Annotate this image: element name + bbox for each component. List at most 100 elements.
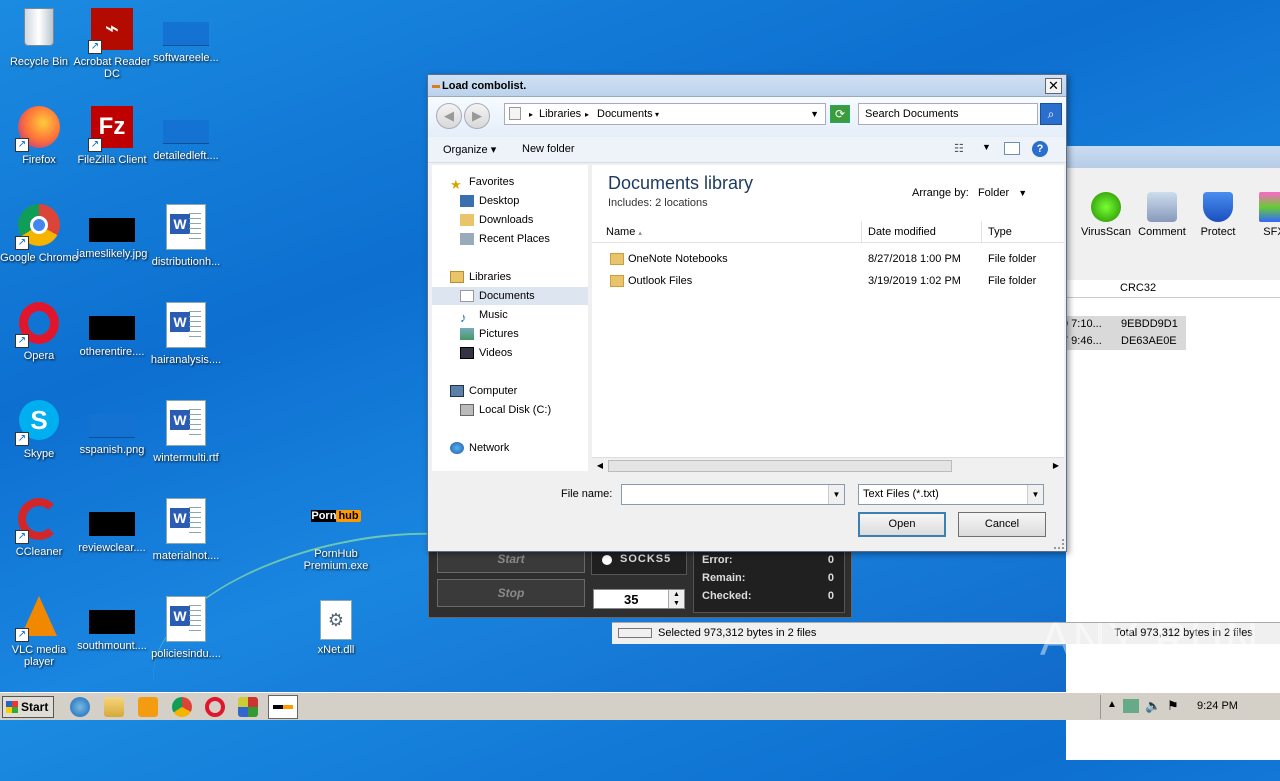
refresh-button[interactable]: ⟳ bbox=[830, 105, 850, 123]
forward-button[interactable]: ▶ bbox=[464, 103, 490, 129]
chevron-down-icon[interactable]: ▼ bbox=[1018, 188, 1027, 198]
active-app-task-button[interactable] bbox=[268, 695, 298, 719]
cancel-button[interactable]: Cancel bbox=[958, 512, 1046, 537]
file-name-input[interactable]: ▼ bbox=[621, 484, 845, 505]
vlc-shortcut[interactable]: ↗ VLC media player bbox=[0, 596, 78, 668]
filezilla-shortcut[interactable]: Fz ↗ FileZilla Client bbox=[73, 106, 151, 166]
chevron-down-icon[interactable]: ▼ bbox=[828, 485, 844, 504]
stepper-arrows-icon[interactable]: ▲ ▼ bbox=[668, 590, 684, 608]
scrollbar-thumb[interactable] bbox=[608, 460, 952, 472]
nav-libraries[interactable]: Libraries bbox=[432, 268, 588, 286]
arrange-by[interactable]: Arrange by: Folder ▼ bbox=[912, 187, 1027, 199]
file-row[interactable]: OneNote Notebooks 8/27/2018 1:00 PM File… bbox=[592, 249, 1064, 269]
view-dropdown-icon[interactable]: ▼ bbox=[982, 142, 991, 152]
sfx-tool[interactable]: SFX bbox=[1246, 192, 1280, 238]
column-date-modified[interactable]: Date modified bbox=[862, 221, 982, 243]
network-status-icon[interactable] bbox=[1123, 699, 1139, 713]
protect-tool[interactable]: Protect bbox=[1190, 192, 1246, 238]
scroll-left-icon[interactable]: ◀ bbox=[592, 458, 608, 474]
address-bar[interactable]: ▸ Libraries ▸ Documents ▾ ▼ bbox=[504, 103, 826, 125]
acrobat-shortcut[interactable]: ⌁ ↗ Acrobat Reader DC bbox=[73, 8, 151, 80]
winrar-icon[interactable] bbox=[238, 697, 258, 717]
breadcrumb-documents[interactable]: Documents bbox=[597, 108, 653, 120]
chrome-shortcut[interactable]: ↗ Google Chrome bbox=[0, 204, 78, 264]
nav-documents[interactable]: Documents bbox=[432, 287, 588, 305]
file-shortcut[interactable]: W distributionh... bbox=[147, 204, 225, 268]
recycle-bin-shortcut[interactable]: Recycle Bin bbox=[0, 8, 78, 68]
search-input[interactable]: Search Documents bbox=[858, 103, 1038, 125]
preview-pane-icon[interactable] bbox=[1004, 142, 1020, 155]
skype-shortcut[interactable]: S ↗ Skype bbox=[0, 400, 78, 460]
music-note-icon: ♪ bbox=[460, 310, 467, 326]
clock[interactable]: 9:24 PM bbox=[1197, 700, 1238, 712]
breadcrumb-libraries[interactable]: Libraries bbox=[539, 108, 581, 120]
library-includes[interactable]: Includes: 2 locations bbox=[608, 197, 708, 209]
file-shortcut[interactable]: southmount.... bbox=[73, 596, 151, 652]
explorer-folder-icon[interactable] bbox=[104, 697, 124, 717]
checked-label: Checked: bbox=[702, 590, 752, 602]
media-player-icon[interactable] bbox=[138, 697, 158, 717]
organize-menu[interactable]: Organize ▾ bbox=[443, 143, 496, 156]
pornhub-exe-shortcut[interactable]: Porn hub PornHub Premium.exe bbox=[297, 510, 375, 572]
open-button[interactable]: Open bbox=[858, 512, 946, 537]
column-type[interactable]: Type bbox=[982, 221, 1064, 243]
archive-row[interactable]: 9 7:10... 9EBDD9D1 bbox=[1062, 316, 1186, 333]
file-shortcut[interactable]: reviewclear.... bbox=[73, 498, 151, 554]
nav-pictures[interactable]: Pictures bbox=[432, 325, 588, 343]
file-shortcut[interactable]: sspanish.png bbox=[73, 400, 151, 456]
arrange-value[interactable]: Folder bbox=[978, 187, 1009, 199]
resize-grip-icon[interactable] bbox=[1054, 539, 1064, 549]
nav-recent-places[interactable]: Recent Places bbox=[432, 230, 588, 248]
file-shortcut[interactable]: W wintermulti.rtf bbox=[147, 400, 225, 464]
dialog-titlebar[interactable]: Load combolist. ✕ bbox=[428, 75, 1066, 97]
virusscan-tool[interactable]: VirusScan bbox=[1078, 192, 1134, 238]
file-shortcut[interactable]: jameslikely.jpg bbox=[73, 204, 151, 260]
nav-local-disk[interactable]: Local Disk (C:) bbox=[432, 401, 588, 419]
opera-icon[interactable] bbox=[205, 697, 225, 717]
nav-videos[interactable]: Videos bbox=[432, 344, 588, 362]
file-shortcut[interactable]: softwareele... bbox=[147, 8, 225, 64]
chrome-icon[interactable] bbox=[172, 697, 192, 717]
socks5-radio[interactable] bbox=[602, 555, 612, 565]
nav-music[interactable]: ♪ Music bbox=[432, 306, 588, 326]
file-row[interactable]: Outlook Files 3/19/2019 1:02 PM File fol… bbox=[592, 271, 1064, 291]
file-shortcut[interactable]: W materialnot.... bbox=[147, 498, 225, 562]
new-folder-button[interactable]: New folder bbox=[522, 143, 575, 155]
firefox-shortcut[interactable]: ↗ Firefox bbox=[0, 106, 78, 166]
threads-stepper[interactable]: 35 ▲ ▼ bbox=[593, 589, 685, 609]
show-hidden-icons-icon[interactable]: ▲ bbox=[1107, 699, 1117, 710]
file-shortcut[interactable]: W policiesindu.... bbox=[147, 596, 225, 660]
horizontal-scrollbar[interactable]: ◀ ▶ bbox=[592, 457, 1064, 474]
chevron-down-icon[interactable]: ▾ bbox=[655, 110, 659, 119]
action-center-flag-icon[interactable]: ⚑ bbox=[1167, 698, 1179, 714]
stop-button[interactable]: Stop bbox=[437, 579, 585, 607]
close-button[interactable]: ✕ bbox=[1045, 78, 1062, 94]
address-dropdown-icon[interactable]: ▼ bbox=[810, 109, 819, 119]
opera-shortcut[interactable]: ↗ Opera bbox=[0, 302, 78, 362]
opera-icon: ↗ bbox=[15, 302, 61, 348]
help-icon[interactable]: ? bbox=[1032, 141, 1048, 157]
xnet-dll-shortcut[interactable]: ⚙ xNet.dll bbox=[297, 600, 375, 656]
ccleaner-shortcut[interactable]: ↗ CCleaner bbox=[0, 498, 78, 558]
volume-icon[interactable]: 🔈 bbox=[1145, 698, 1161, 714]
column-name[interactable]: Name ▴ bbox=[592, 221, 862, 243]
nav-network[interactable]: Network bbox=[432, 439, 588, 457]
nav-computer[interactable]: Computer bbox=[432, 382, 588, 400]
file-type-select[interactable]: Text Files (*.txt) ▼ bbox=[858, 484, 1044, 505]
file-shortcut[interactable]: otherentire.... bbox=[73, 302, 151, 358]
scroll-right-icon[interactable]: ▶ bbox=[1048, 458, 1064, 474]
search-icon[interactable]: ⌕ bbox=[1040, 103, 1062, 125]
back-button[interactable]: ◀ bbox=[436, 103, 462, 129]
view-options-icon[interactable]: ☷ bbox=[954, 142, 964, 155]
file-shortcut[interactable]: W hairanalysis.... bbox=[147, 302, 225, 366]
nav-downloads[interactable]: Downloads bbox=[432, 211, 588, 229]
nav-favorites[interactable]: ★ Favorites bbox=[432, 173, 588, 192]
file-shortcut[interactable]: detailedleft.... bbox=[147, 106, 225, 162]
chevron-down-icon[interactable]: ▼ bbox=[1027, 485, 1043, 504]
internet-explorer-icon[interactable] bbox=[70, 697, 90, 717]
background-archive-window: VirusScan Comment Protect SFX CRC32 9 7:… bbox=[1062, 146, 1280, 760]
nav-desktop[interactable]: Desktop bbox=[432, 192, 588, 210]
comment-tool[interactable]: Comment bbox=[1134, 192, 1190, 238]
archive-row[interactable]: 7 9:46... DE63AE0E bbox=[1062, 333, 1186, 350]
start-button[interactable]: Start bbox=[2, 696, 54, 718]
